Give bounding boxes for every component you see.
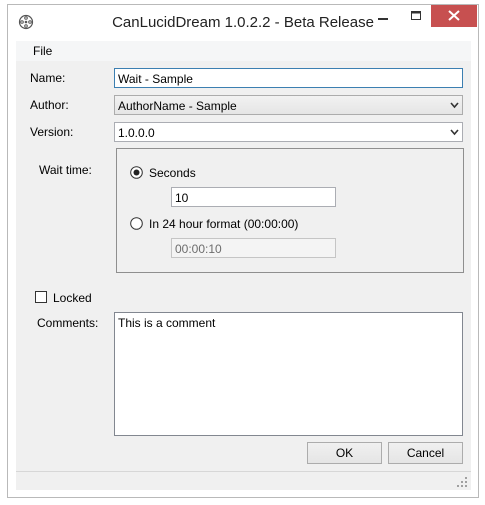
author-dropdown[interactable]: AuthorName - Sample xyxy=(114,95,463,115)
locked-label[interactable]: Locked xyxy=(53,291,92,305)
menu-bar: File xyxy=(16,41,471,61)
hour-format-input[interactable]: 00:00:10 xyxy=(171,238,336,258)
name-input[interactable]: Wait - Sample xyxy=(114,68,463,88)
maximize-button[interactable] xyxy=(402,5,430,27)
comments-textarea[interactable]: This is a comment xyxy=(114,312,463,436)
seconds-radio[interactable] xyxy=(130,166,143,179)
menu-file[interactable]: File xyxy=(32,44,53,58)
minimize-button[interactable] xyxy=(365,5,401,27)
app-window: CanLucidDream 1.0.2.2 - Beta Release Fil… xyxy=(7,4,479,498)
author-value: AuthorName - Sample xyxy=(118,99,237,113)
author-label: Author: xyxy=(30,98,69,112)
version-combobox[interactable]: 1.0.0.0 xyxy=(114,122,463,142)
chevron-down-icon[interactable] xyxy=(450,128,459,136)
seconds-input[interactable]: 10 xyxy=(171,187,336,207)
ok-button[interactable]: OK xyxy=(307,442,382,464)
locked-checkbox[interactable] xyxy=(35,291,47,303)
wait-time-group: Seconds 10 In 24 hour format (00:00:00) … xyxy=(116,148,464,273)
comments-label: Comments: xyxy=(37,316,99,330)
hour-format-radio[interactable] xyxy=(130,217,143,230)
client-area: File Name: Wait - Sample Author: AuthorN… xyxy=(16,41,471,490)
hour-format-label[interactable]: In 24 hour format (00:00:00) xyxy=(149,217,298,231)
version-label: Version: xyxy=(30,125,74,139)
wait-time-label: Wait time: xyxy=(39,163,92,177)
maximize-icon xyxy=(411,11,421,20)
version-value: 1.0.0.0 xyxy=(118,126,155,140)
chevron-down-icon xyxy=(450,102,459,109)
resize-grip-icon[interactable] xyxy=(456,476,468,488)
minimize-icon xyxy=(378,18,388,20)
close-button[interactable] xyxy=(431,5,477,27)
cancel-button[interactable]: Cancel xyxy=(388,442,463,464)
seconds-label[interactable]: Seconds xyxy=(149,166,196,180)
status-bar xyxy=(16,471,471,490)
close-icon xyxy=(448,10,460,21)
name-label: Name: xyxy=(30,71,66,85)
title-bar[interactable]: CanLucidDream 1.0.2.2 - Beta Release xyxy=(8,5,478,41)
